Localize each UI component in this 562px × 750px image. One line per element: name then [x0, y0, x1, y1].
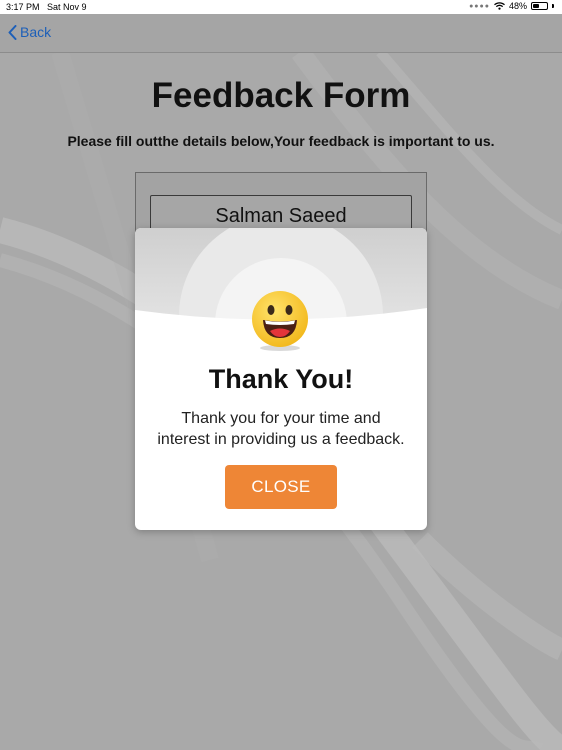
dialog-message: Thank you for your time and interest in … — [145, 408, 417, 450]
page-title: Feedback Form — [151, 76, 411, 115]
status-indicators: ●●●● 48% — [469, 1, 554, 11]
dialog-message-line-2: interest in providing us a feedback. — [157, 431, 405, 448]
battery-cap — [552, 4, 554, 8]
back-button[interactable]: Back — [8, 24, 51, 40]
close-button[interactable]: CLOSE — [225, 465, 337, 509]
dialog-title: Thank You! — [208, 364, 354, 394]
back-label: Back — [20, 24, 52, 40]
navigation-bar: Back — [0, 14, 562, 53]
wifi-icon — [494, 2, 505, 10]
status-time: 3:17 PM — [6, 2, 40, 12]
smiley-face-icon — [252, 291, 308, 351]
battery-fill — [533, 4, 539, 8]
status-date: Sat Nov 9 — [47, 2, 87, 12]
status-bar: 3:17 PM Sat Nov 9 ●●●● 48% — [0, 0, 562, 14]
page-subtitle: Please fill outthe details below,Your fe… — [67, 133, 495, 149]
battery-icon — [531, 2, 548, 10]
chevron-left-icon — [8, 24, 17, 40]
thank-you-dialog: Thank You! Thank you for your time and i… — [135, 228, 427, 530]
battery-percentage: 48% — [508, 1, 527, 11]
dialog-message-line-1: Thank you for your time and — [181, 410, 381, 427]
cellular-signal-icon: ●●●● — [469, 2, 490, 10]
